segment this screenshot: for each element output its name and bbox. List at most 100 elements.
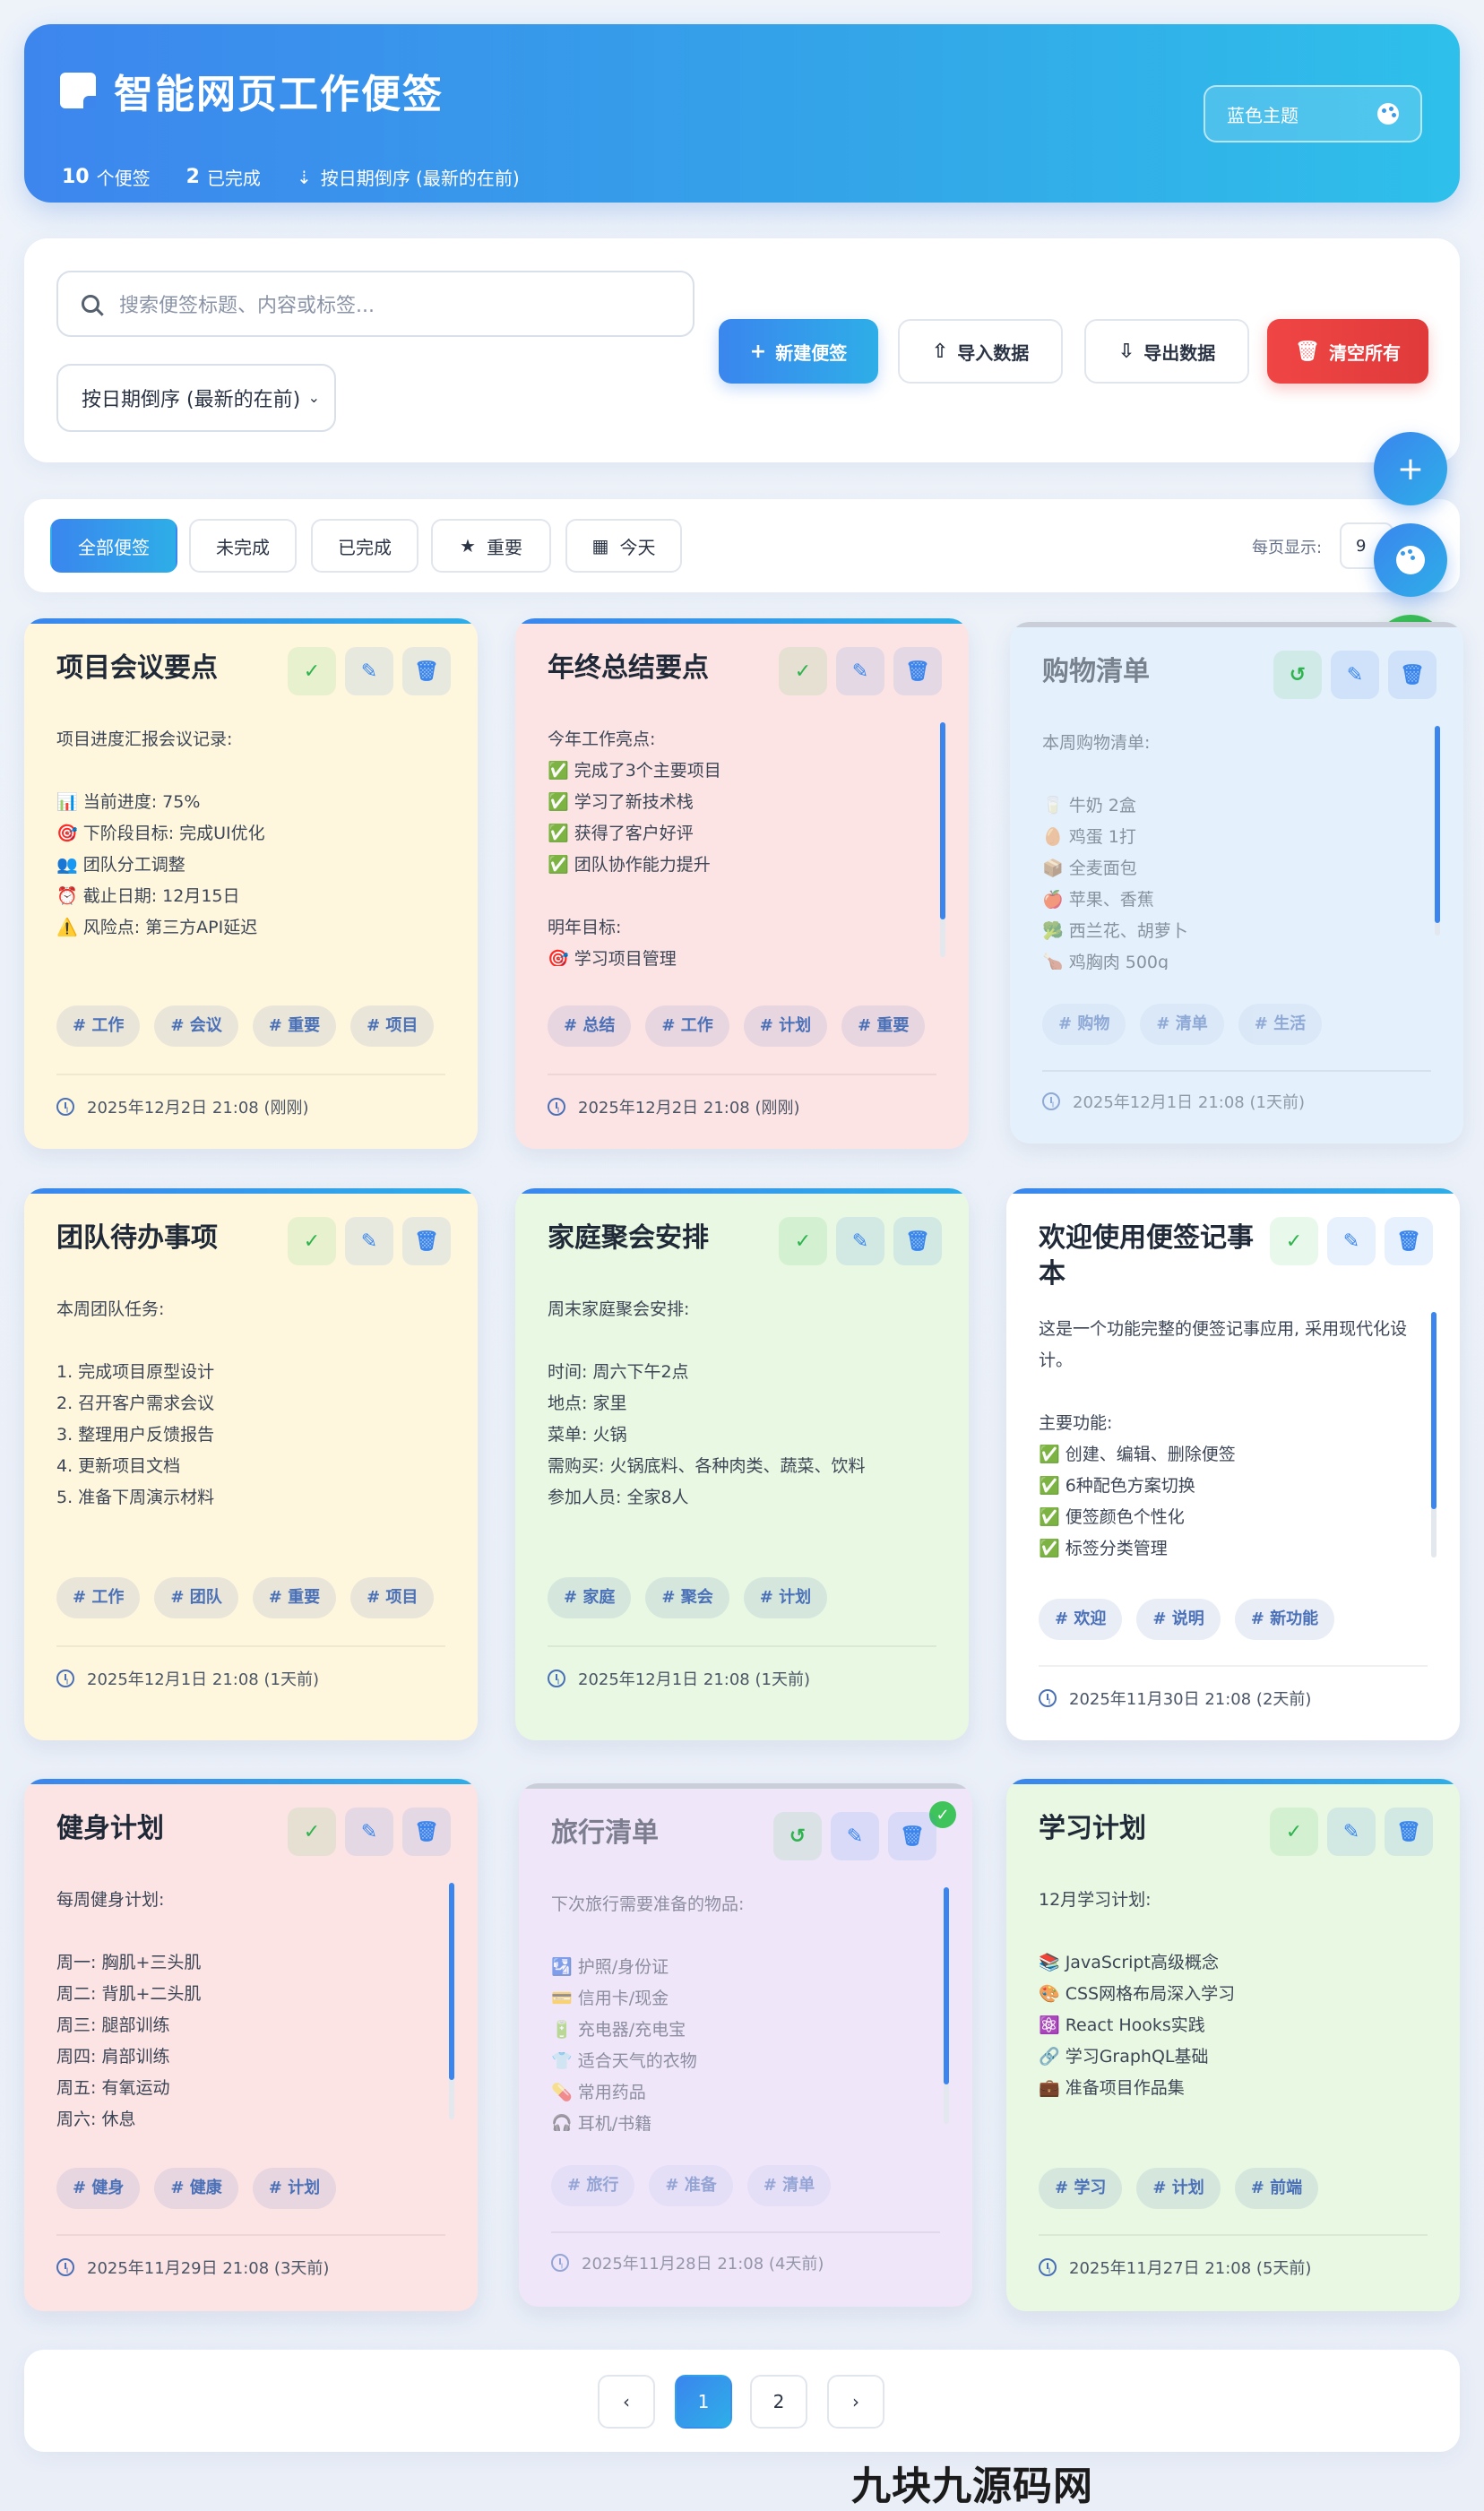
tag[interactable]: # 项目: [350, 1005, 435, 1047]
tag[interactable]: # 计划: [252, 2168, 337, 2209]
delete-button[interactable]: 🗑: [402, 1217, 451, 1265]
fab-add-button[interactable]: +: [1374, 432, 1447, 505]
delete-button[interactable]: 🗑: [1388, 651, 1437, 699]
edit-button[interactable]: ✎: [345, 1217, 393, 1265]
tag[interactable]: # 购物: [1042, 1004, 1126, 1045]
edit-icon: ✎: [360, 660, 378, 683]
note-card-completed[interactable]: ✓ 旅行清单 ↺ ✎ 🗑 下次旅行需要准备的物品: 🛂 护照/身份证 💳 信用卡…: [519, 1783, 972, 2307]
undo-button[interactable]: ↺: [1273, 651, 1322, 699]
trash-icon: 🗑: [1400, 663, 1425, 686]
tag[interactable]: # 重要: [841, 1005, 926, 1047]
complete-button[interactable]: ✓: [288, 1217, 336, 1265]
filter-all[interactable]: 全部便签: [50, 519, 177, 573]
tag[interactable]: # 团队: [154, 1577, 238, 1618]
tag[interactable]: # 计划: [743, 1577, 828, 1618]
delete-button[interactable]: 🗑: [402, 647, 451, 695]
divider: [548, 1074, 936, 1075]
sort-select[interactable]: 按日期倒序 (最新的在前) ⌄: [56, 364, 336, 432]
page-button-2[interactable]: 2: [750, 2375, 807, 2429]
sort-indicator: ⇣ 按日期倒序 (最新的在前): [296, 166, 520, 190]
filter-undone[interactable]: 未完成: [189, 519, 297, 573]
filter-important[interactable]: ★ 重要: [431, 519, 551, 573]
new-note-button[interactable]: + 新建便签: [719, 319, 878, 384]
content-scrollbar[interactable]: [940, 722, 945, 957]
divider: [548, 1645, 936, 1647]
filter-today[interactable]: ▦ 今天: [565, 519, 682, 573]
note-card[interactable]: 项目会议要点 ✓ ✎ 🗑 项目进度汇报会议记录: 📊 当前进度: 75% 🎯 下…: [24, 618, 478, 1149]
complete-button[interactable]: ✓: [1270, 1808, 1318, 1856]
delete-button[interactable]: 🗑: [888, 1812, 936, 1860]
delete-button[interactable]: 🗑: [1385, 1808, 1433, 1856]
tag[interactable]: # 说明: [1136, 1599, 1221, 1640]
note-card[interactable]: 学习计划 ✓ ✎ 🗑 12月学习计划: 📚 JavaScript高级概念 🎨 C…: [1006, 1779, 1460, 2311]
note-card[interactable]: 团队待办事项 ✓ ✎ 🗑 本周团队任务: 1. 完成项目原型设计 2. 召开客户…: [24, 1188, 478, 1740]
import-button[interactable]: ⇧ 导入数据: [898, 319, 1063, 384]
tag[interactable]: # 项目: [350, 1577, 435, 1618]
page-button-1[interactable]: 1: [675, 2375, 732, 2429]
clock-icon: [1039, 1689, 1057, 1707]
content-scrollbar[interactable]: [449, 1883, 454, 2119]
check-icon: ✓: [303, 1230, 321, 1253]
tag[interactable]: # 家庭: [548, 1577, 632, 1618]
tag[interactable]: # 清单: [1140, 1004, 1224, 1045]
tag[interactable]: # 聚会: [645, 1577, 729, 1618]
note-card[interactable]: 欢迎使用便签记事本 ✓ ✎ 🗑 这是一个功能完整的便签记事应用, 采用现代化设计…: [1006, 1188, 1460, 1740]
tag[interactable]: # 健康: [154, 2168, 238, 2209]
prev-page-button[interactable]: ‹: [598, 2375, 655, 2429]
tag[interactable]: # 工作: [56, 1005, 141, 1047]
export-button[interactable]: ⇩ 导出数据: [1084, 319, 1249, 384]
tag[interactable]: # 工作: [645, 1005, 729, 1047]
tag[interactable]: # 新功能: [1234, 1599, 1335, 1640]
note-card[interactable]: 家庭聚会安排 ✓ ✎ 🗑 周末家庭聚会安排: 时间: 周六下午2点 地点: 家里…: [515, 1188, 969, 1740]
delete-button[interactable]: 🗑: [893, 1217, 942, 1265]
trash-icon: 🗑: [1396, 1820, 1421, 1843]
content-scrollbar[interactable]: [1435, 726, 1440, 936]
tag[interactable]: # 计划: [1136, 2168, 1221, 2209]
next-page-button[interactable]: ›: [827, 2375, 884, 2429]
tag[interactable]: # 总结: [548, 1005, 632, 1047]
content-scrollbar[interactable]: [944, 1887, 949, 2124]
note-card[interactable]: 年终总结要点 ✓ ✎ 🗑 今年工作亮点: ✅ 完成了3个主要项目 ✅ 学习了新技…: [515, 618, 969, 1149]
tag[interactable]: # 欢迎: [1039, 1599, 1123, 1640]
filter-done[interactable]: 已完成: [311, 519, 418, 573]
complete-button[interactable]: ✓: [1270, 1217, 1318, 1265]
tag[interactable]: # 健身: [56, 2168, 141, 2209]
note-title: 旅行清单: [551, 1817, 659, 1849]
edit-button[interactable]: ✎: [831, 1812, 879, 1860]
delete-button[interactable]: 🗑: [893, 647, 942, 695]
theme-button[interactable]: 蓝色主题: [1204, 85, 1422, 142]
note-card-completed[interactable]: 购物清单 ↺ ✎ 🗑 本周购物清单: 🥛 牛奶 2盒 🥚 鸡蛋 1打 📦 全麦面…: [1010, 622, 1463, 1143]
tag[interactable]: # 重要: [252, 1005, 337, 1047]
edit-button[interactable]: ✎: [836, 1217, 884, 1265]
edit-button[interactable]: ✎: [836, 647, 884, 695]
tag[interactable]: # 生活: [1238, 1004, 1323, 1045]
clear-all-button[interactable]: 🗑 清空所有: [1267, 319, 1428, 384]
tag[interactable]: # 学习: [1039, 2168, 1123, 2209]
tag[interactable]: # 重要: [252, 1577, 337, 1618]
note-card[interactable]: 健身计划 ✓ ✎ 🗑 每周健身计划: 周一: 胸肌+三头肌 周二: 背肌+二头肌…: [24, 1779, 478, 2311]
fab-theme-button[interactable]: [1374, 523, 1447, 597]
undo-button[interactable]: ↺: [773, 1812, 822, 1860]
content-scrollbar[interactable]: [1431, 1312, 1437, 1558]
delete-button[interactable]: 🗑: [1385, 1217, 1433, 1265]
edit-button[interactable]: ✎: [1327, 1808, 1376, 1856]
complete-button[interactable]: ✓: [779, 647, 827, 695]
divider: [1042, 1070, 1431, 1072]
edit-button[interactable]: ✎: [345, 1808, 393, 1856]
complete-button[interactable]: ✓: [288, 1808, 336, 1856]
search-input[interactable]: 搜索便签标题、内容或标签...: [56, 271, 695, 337]
tag[interactable]: # 准备: [649, 2165, 733, 2206]
complete-button[interactable]: ✓: [288, 647, 336, 695]
edit-button[interactable]: ✎: [345, 647, 393, 695]
complete-button[interactable]: ✓: [779, 1217, 827, 1265]
delete-button[interactable]: 🗑: [402, 1808, 451, 1856]
tag[interactable]: # 工作: [56, 1577, 141, 1618]
tag[interactable]: # 会议: [154, 1005, 238, 1047]
edit-button[interactable]: ✎: [1331, 651, 1379, 699]
palette-icon: [1396, 546, 1425, 574]
tag[interactable]: # 计划: [743, 1005, 828, 1047]
tag[interactable]: # 前端: [1234, 2168, 1319, 2209]
tag[interactable]: # 旅行: [551, 2165, 635, 2206]
edit-button[interactable]: ✎: [1327, 1217, 1376, 1265]
tag[interactable]: # 清单: [746, 2165, 832, 2206]
